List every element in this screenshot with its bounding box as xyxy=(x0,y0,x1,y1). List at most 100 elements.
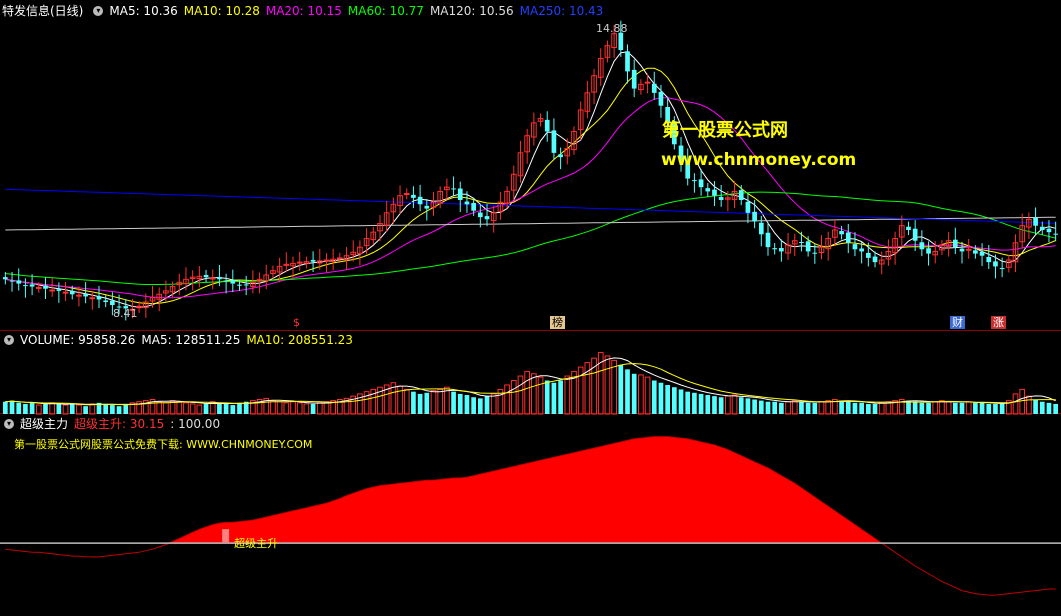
candle-body-up xyxy=(62,291,69,294)
ma5-line xyxy=(5,51,1056,308)
volume-bar-down xyxy=(9,400,15,414)
candle-body-down xyxy=(872,256,878,263)
volume-bar-down xyxy=(83,406,88,414)
volume-bar-up xyxy=(1012,393,1019,415)
volume-bar-down xyxy=(852,402,858,414)
candle-body-down xyxy=(471,203,476,211)
volume-bar-up xyxy=(611,359,617,415)
chart-stage: 特发信息(日线) ▾ MA5: 10.36 MA10: 10.28 MA20: 10.1… xyxy=(0,0,1061,616)
indicator-value: 超级主升: 30.15 xyxy=(74,417,165,431)
volume-bar-up xyxy=(303,403,310,415)
volume-bar-down xyxy=(457,393,463,414)
volume-bar-up xyxy=(644,376,651,415)
volume-bar-down xyxy=(1046,402,1052,414)
candle-body-up xyxy=(644,81,651,84)
volume-bar-up xyxy=(403,388,410,415)
candle-body-down xyxy=(986,257,992,263)
candle-body-down xyxy=(993,261,998,267)
volume-bar-down xyxy=(237,402,242,414)
ma250-label: MA250: 10.43 xyxy=(519,4,604,18)
volume-bar-down xyxy=(551,382,557,414)
volume-bar-down xyxy=(859,402,864,414)
volume-bar-up xyxy=(316,402,323,415)
volume-bar-up xyxy=(89,403,96,415)
volume-bar-down xyxy=(464,395,470,414)
candle-body-down xyxy=(758,222,764,235)
indicator-fill xyxy=(5,436,1056,544)
finance-marker[interactable]: 财 xyxy=(950,316,965,329)
settings-circle-icon[interactable]: ▾ xyxy=(93,5,104,16)
candle-body-down xyxy=(845,232,851,243)
volume-bar-down xyxy=(745,398,751,414)
candle-body-down xyxy=(919,242,925,250)
volume-bar-up xyxy=(932,401,939,415)
volume-bar-down xyxy=(986,403,992,414)
candle-body-down xyxy=(464,201,470,205)
volume-bar-down xyxy=(845,401,851,414)
candle-body-down xyxy=(1039,226,1045,230)
volume-bar-down xyxy=(116,406,122,414)
volume-bar-down xyxy=(665,384,670,414)
volume-bar-down xyxy=(203,403,209,414)
volume-bar-up xyxy=(183,402,189,415)
candle-body-down xyxy=(772,248,778,250)
candle-body-down xyxy=(979,251,985,256)
candle-body-up xyxy=(965,248,972,251)
candle-body-down xyxy=(705,188,711,192)
volume-settings-circle-icon[interactable]: ▾ xyxy=(4,334,14,345)
candle-body-up xyxy=(323,259,330,262)
candle-body-down xyxy=(752,211,757,222)
candle-body-down xyxy=(952,239,958,248)
volume-bar-down xyxy=(43,403,48,414)
rank-marker[interactable]: 榜 xyxy=(550,316,565,329)
volume-label: VOLUME: 95858.26 xyxy=(20,333,136,347)
ma10-line xyxy=(5,67,1056,305)
candle-body-down xyxy=(103,300,109,302)
indicator-ref: : 100.00 xyxy=(170,417,221,431)
volume-bar-down xyxy=(839,400,844,414)
ma120-line xyxy=(5,216,1056,231)
candle-body-up xyxy=(89,297,96,300)
volume-bar-down xyxy=(919,402,925,414)
volume-bar-up xyxy=(785,401,791,415)
volume-bar-down xyxy=(718,397,724,414)
limit-up-marker[interactable]: 涨 xyxy=(991,316,1006,329)
ma5-label: MA5: 10.36 xyxy=(109,4,178,18)
volume-bars xyxy=(3,352,1058,415)
candle-body-down xyxy=(738,190,744,200)
volume-bar-down xyxy=(872,403,878,414)
candle-body-down xyxy=(712,189,717,196)
candle-body-down xyxy=(651,83,657,93)
volume-bar-up xyxy=(1019,388,1026,415)
candle-body-down xyxy=(906,226,911,230)
volume-bar-down xyxy=(1033,399,1038,414)
volume-bar-up xyxy=(35,404,42,415)
volume-bar-up xyxy=(276,401,283,415)
candle-body-down xyxy=(805,241,811,252)
volume-bar-down xyxy=(772,401,778,414)
candle-body-down xyxy=(718,197,724,200)
volume-bar-up xyxy=(510,380,517,415)
candle-body-up xyxy=(209,277,216,280)
volume-bar-down xyxy=(3,401,8,414)
dollar-marker[interactable]: $ xyxy=(291,316,302,329)
indicator-settings-circle-icon[interactable]: ▾ xyxy=(4,418,14,429)
candle-body-down xyxy=(959,248,965,252)
volume-bar-down xyxy=(678,389,684,414)
volume-bar-down xyxy=(651,380,657,414)
volume-bar-up xyxy=(437,388,444,415)
price-header: 特发信息(日线) ▾ MA5: 10.36 MA10: 10.28 MA20: 10.1… xyxy=(0,2,609,20)
volume-bar-down xyxy=(698,393,704,414)
ma20-label: MA20: 10.15 xyxy=(265,4,342,18)
candle-body-up xyxy=(49,289,56,292)
volume-bar-down xyxy=(752,399,757,414)
volume-bar-down xyxy=(671,387,677,414)
volume-bar-up xyxy=(517,375,524,415)
ma60-label: MA60: 10.77 xyxy=(347,4,424,18)
volume-bar-down xyxy=(477,398,483,414)
candle-body-down xyxy=(912,228,918,241)
volume-bar-down xyxy=(1039,401,1045,414)
volume-bar-down xyxy=(451,391,456,414)
volume-bar-up xyxy=(290,401,296,415)
volume-bar-up xyxy=(604,355,611,415)
